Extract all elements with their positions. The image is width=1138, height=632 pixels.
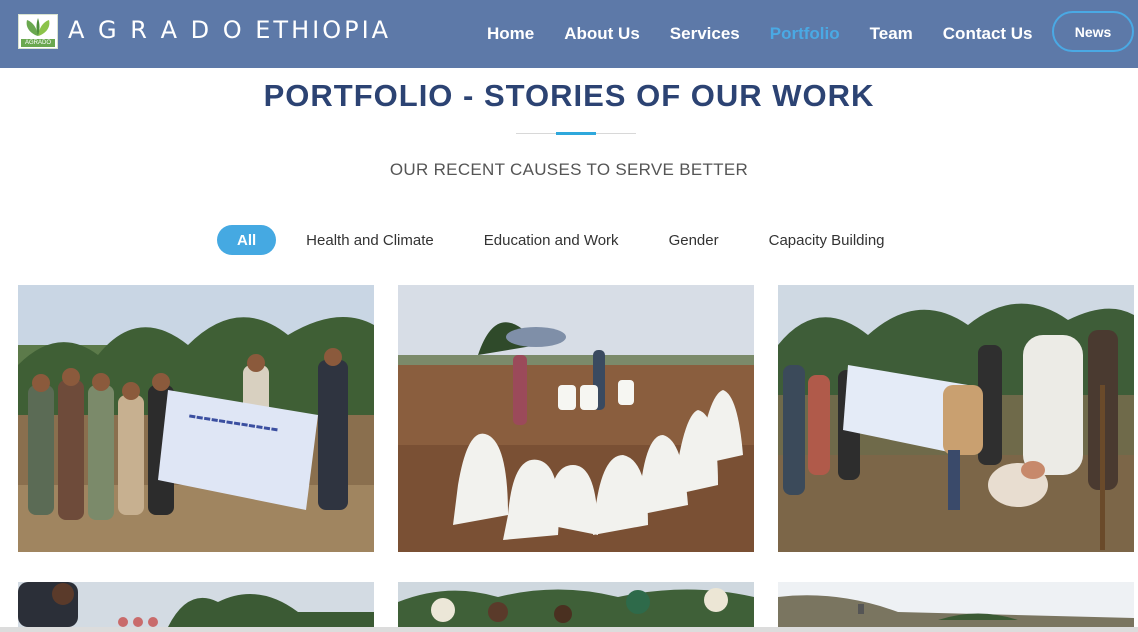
logo-caption: AGRADO [21, 39, 55, 47]
portfolio-photo-landscape[interactable] [778, 582, 1134, 627]
filter-all[interactable]: All [217, 225, 277, 255]
news-button[interactable]: News [1052, 11, 1134, 52]
top-navbar: AGRADO A G R A D O ETHIOPIA Home About U… [0, 0, 1138, 68]
nav-contact-us[interactable]: Contact Us [943, 24, 1033, 44]
filter-capacity-building[interactable]: Capacity Building [744, 225, 910, 255]
portfolio-photo-community-meeting[interactable] [18, 582, 374, 627]
page-title: PORTFOLIO - STORIES OF OUR WORK [263, 78, 875, 113]
portfolio-filters: All Health and Climate Education and Wor… [217, 225, 910, 255]
portfolio-photo-sheep-distribution[interactable] [778, 285, 1134, 552]
leaf-logo-icon [26, 18, 50, 36]
nav-services[interactable]: Services [670, 24, 740, 44]
main-nav: Home About Us Services Portfolio Team Co… [472, 0, 1048, 68]
filter-education-and-work[interactable]: Education and Work [459, 225, 644, 255]
agrado-logo[interactable]: AGRADO [18, 14, 58, 49]
nav-about-us[interactable]: About Us [564, 24, 640, 44]
title-divider [516, 132, 636, 135]
section-subtitle: OUR RECENT CAUSES TO SERVE BETTER [389, 160, 749, 179]
horizontal-scrollbar[interactable] [0, 627, 1138, 632]
portfolio-photo-farmers-group[interactable] [398, 582, 754, 627]
nav-portfolio[interactable]: Portfolio [770, 24, 840, 44]
nav-team[interactable]: Team [870, 24, 913, 44]
portfolio-photo-seated-women[interactable] [398, 285, 754, 552]
portfolio-photo-banner-group[interactable]: ▬▬▬▬▬▬▬▬▬▬▬▬ [18, 285, 374, 552]
brand-name[interactable]: A G R A D O ETHIOPIA [68, 16, 391, 44]
nav-home[interactable]: Home [487, 24, 534, 44]
filter-health-and-climate[interactable]: Health and Climate [281, 225, 459, 255]
filter-gender[interactable]: Gender [644, 225, 744, 255]
